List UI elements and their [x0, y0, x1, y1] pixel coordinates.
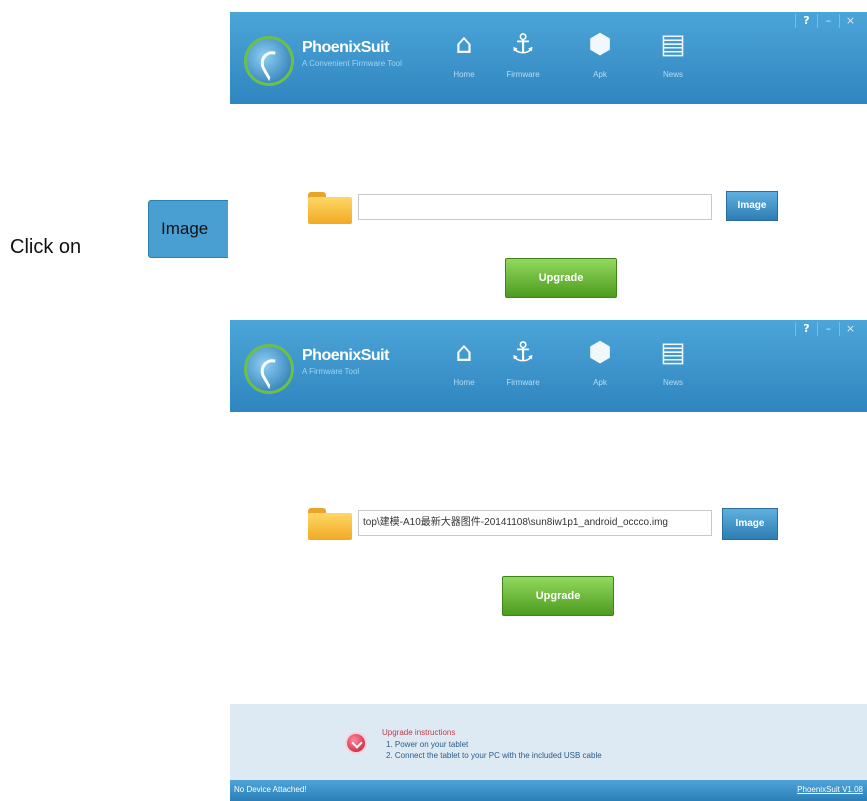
- phoenixsuit-window-after: PhoenixSuit A Firmware Tool ⌂ Home ⚓ Fir…: [230, 320, 867, 801]
- tab-home-label: Home: [453, 70, 475, 79]
- anchor-icon: ⚓: [510, 337, 536, 368]
- tab-apk[interactable]: ⬢ Apk: [571, 28, 629, 100]
- tab-firmware-label: Firmware: [506, 70, 540, 79]
- phoenix-logo-icon: [244, 36, 294, 86]
- image-button[interactable]: Image: [726, 191, 778, 221]
- window-controls: ? – ×: [795, 14, 861, 28]
- folder-icon[interactable]: [308, 192, 352, 224]
- help-button[interactable]: ?: [795, 14, 817, 28]
- anchor-icon: ⚓: [510, 29, 536, 60]
- tab-home[interactable]: ⌂ Home: [435, 336, 493, 408]
- app-title: PhoenixSuit: [302, 347, 389, 364]
- news-icon: ▤: [660, 29, 686, 60]
- upgrade-instructions-icon: [345, 732, 367, 754]
- app-header: PhoenixSuit A Convenient Firmware Tool ⌂…: [230, 12, 867, 104]
- window-controls: ? – ×: [795, 322, 861, 336]
- phoenix-logo-icon: [244, 344, 294, 394]
- close-button[interactable]: ×: [839, 14, 861, 28]
- phoenixsuit-window-before: PhoenixSuit A Convenient Firmware Tool ⌂…: [230, 12, 867, 318]
- app-header: PhoenixSuit A Firmware Tool ⌂ Home ⚓ Fir…: [230, 320, 867, 412]
- tab-news-label: News: [662, 70, 683, 79]
- help-button[interactable]: ?: [795, 322, 817, 336]
- firmware-path-input[interactable]: top\建模-A10最新大器图件-20141108\sun8iw1p1_andr…: [358, 510, 712, 536]
- tab-news-label: News: [662, 378, 683, 387]
- cube-icon: ⬢: [588, 29, 612, 60]
- instruction-step-2: 2. Connect the tablet to your PC with th…: [386, 751, 602, 760]
- app-title: PhoenixSuit: [302, 39, 389, 56]
- folder-icon[interactable]: [308, 508, 352, 540]
- upgrade-instructions-title: Upgrade instructions: [382, 728, 456, 737]
- news-icon: ▤: [660, 337, 686, 368]
- instruction-step-1: 1. Power on your tablet: [386, 740, 469, 749]
- upgrade-button[interactable]: Upgrade: [505, 258, 617, 298]
- tab-news[interactable]: ▤ News: [644, 28, 702, 100]
- tab-firmware[interactable]: ⚓ Firmware: [494, 28, 552, 100]
- tab-apk[interactable]: ⬢ Apk: [571, 336, 629, 408]
- app-subtitle: A Firmware Tool: [302, 367, 360, 376]
- minimize-button[interactable]: –: [817, 14, 839, 28]
- tab-firmware[interactable]: ⚓ Firmware: [494, 336, 552, 408]
- image-button-callout: Image: [148, 200, 228, 258]
- minimize-button[interactable]: –: [817, 322, 839, 336]
- tab-apk-label: Apk: [593, 70, 607, 79]
- app-subtitle: A Convenient Firmware Tool: [302, 59, 402, 68]
- tab-firmware-label: Firmware: [506, 378, 540, 387]
- status-bar: No Device Attached! PhoenixSuit V1.08: [230, 780, 867, 801]
- cube-icon: ⬢: [588, 337, 612, 368]
- tab-home[interactable]: ⌂ Home: [435, 28, 493, 100]
- upgrade-instructions-panel: Upgrade instructions 1. Power on your ta…: [230, 704, 867, 780]
- tab-apk-label: Apk: [593, 378, 607, 387]
- tab-news[interactable]: ▤ News: [644, 336, 702, 408]
- tab-home-label: Home: [453, 378, 475, 387]
- image-button[interactable]: Image: [722, 508, 778, 540]
- version-link[interactable]: PhoenixSuit V1.08: [797, 785, 863, 794]
- firmware-path-input[interactable]: [358, 194, 712, 220]
- instruction-text: Click on: [10, 236, 82, 258]
- home-icon: ⌂: [455, 337, 473, 368]
- close-button[interactable]: ×: [839, 322, 861, 336]
- device-status-text: No Device Attached!: [234, 785, 307, 794]
- home-icon: ⌂: [455, 29, 473, 60]
- upgrade-button[interactable]: Upgrade: [502, 576, 614, 616]
